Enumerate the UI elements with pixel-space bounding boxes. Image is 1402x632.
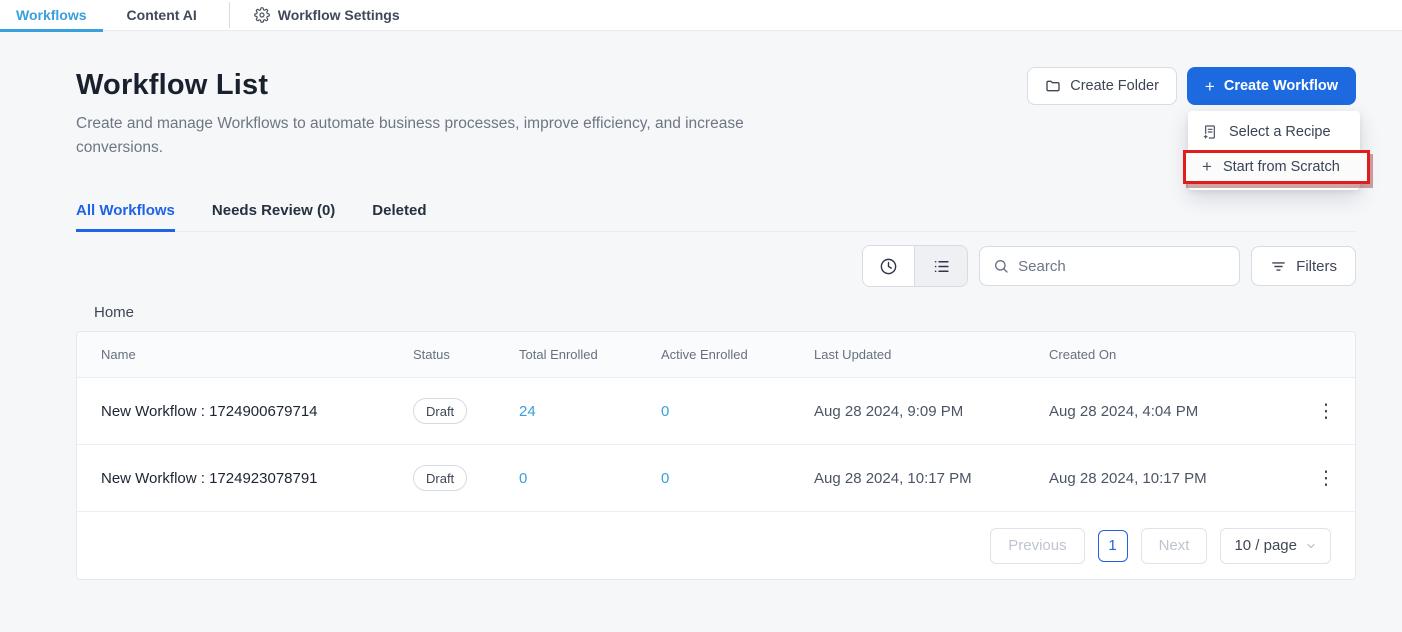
filter-icon [1270,258,1287,275]
page-size-label: 10 / page [1234,537,1297,554]
column-header-status: Status [413,347,519,362]
page-number-button[interactable]: 1 [1098,530,1128,562]
previous-page-button[interactable]: Previous [990,528,1084,564]
total-enrolled-link[interactable]: 0 [519,470,527,487]
create-workflow-label: Create Workflow [1224,78,1338,94]
annotation-highlight-box: + Start from Scratch [1183,150,1370,184]
table-row: New Workflow : 1724900679714 Draft 24 0 … [77,378,1355,445]
select-a-recipe-label: Select a Recipe [1229,124,1331,140]
column-header-name: Name [101,347,413,362]
view-toggle-group [862,245,968,287]
topnav-workflow-settings-label: Workflow Settings [278,7,400,23]
header-actions: Create Folder + Create Workflow Select a… [1027,67,1356,105]
table-header-row: Name Status Total Enrolled Active Enroll… [77,332,1355,378]
history-view-button[interactable] [863,246,915,286]
clock-icon [879,257,898,276]
workflow-table-card: Name Status Total Enrolled Active Enroll… [76,331,1356,580]
gear-icon [254,7,270,23]
column-header-total-enrolled: Total Enrolled [519,347,661,362]
list-icon [932,257,951,276]
last-updated-value: Aug 28 2024, 9:09 PM [814,403,1049,420]
pagination-bar: Previous 1 Next 10 / page [77,512,1355,579]
column-header-active-enrolled: Active Enrolled [661,347,814,362]
row-kebab-menu-icon[interactable]: ⋮ [1309,465,1344,492]
start-from-scratch-label: Start from Scratch [1223,159,1340,175]
page-header-text: Workflow List Create and manage Workflow… [76,69,821,160]
workflow-name-link[interactable]: New Workflow : 1724923078791 [101,470,413,487]
status-badge: Draft [413,465,467,491]
create-workflow-button[interactable]: + Create Workflow [1187,67,1356,105]
create-folder-button[interactable]: Create Folder [1027,67,1177,105]
search-input[interactable] [1018,258,1226,275]
workflow-name-link[interactable]: New Workflow : 1724900679714 [101,403,413,420]
plus-icon: + [1202,158,1212,175]
chevron-down-icon [1305,540,1317,552]
created-on-value: Aug 28 2024, 10:17 PM [1049,470,1297,487]
page-header: Workflow List Create and manage Workflow… [76,69,1356,160]
tab-needs-review[interactable]: Needs Review (0) [212,202,335,231]
list-toolbar: Filters [76,245,1356,287]
create-folder-label: Create Folder [1070,78,1159,94]
topnav-divider [229,2,230,28]
search-box [979,246,1240,286]
table-row: New Workflow : 1724923078791 Draft 0 0 A… [77,445,1355,512]
topnav-content-ai-label: Content AI [127,7,197,23]
filters-label: Filters [1296,258,1337,275]
search-icon [993,258,1009,274]
column-header-created-on: Created On [1049,347,1297,362]
status-badge: Draft [413,398,467,424]
page-title: Workflow List [76,69,821,102]
last-updated-value: Aug 28 2024, 10:17 PM [814,470,1049,487]
recipe-icon [1202,124,1218,140]
row-kebab-menu-icon[interactable]: ⋮ [1309,398,1344,425]
workflow-tabs: All Workflows Needs Review (0) Deleted [76,202,1356,232]
created-on-value: Aug 28 2024, 4:04 PM [1049,403,1297,420]
page-size-select[interactable]: 10 / page [1220,528,1331,564]
topnav-workflows-label: Workflows [16,7,87,23]
page-subtitle: Create and manage Workflows to automate … [76,112,821,160]
menu-item-start-from-scratch[interactable]: + Start from Scratch [1186,153,1367,181]
next-page-button[interactable]: Next [1141,528,1208,564]
topnav-item-workflows[interactable]: Workflows [8,0,95,31]
tab-all-workflows[interactable]: All Workflows [76,202,175,231]
topnav-item-workflow-settings[interactable]: Workflow Settings [246,0,408,31]
column-header-last-updated: Last Updated [814,347,1049,362]
breadcrumb[interactable]: Home [94,304,1356,321]
plus-icon: + [1205,78,1215,95]
filters-button[interactable]: Filters [1251,246,1356,286]
tab-deleted[interactable]: Deleted [372,202,426,231]
menu-item-select-a-recipe[interactable]: Select a Recipe [1188,116,1360,148]
topnav-item-content-ai[interactable]: Content AI [119,0,205,31]
folder-icon [1045,78,1061,94]
list-view-button[interactable] [915,246,967,286]
active-enrolled-link[interactable]: 0 [661,470,669,487]
top-navigation-bar: Workflows Content AI Workflow Settings [0,0,1402,31]
create-workflow-menu: Select a Recipe + Start from Scratch [1188,111,1360,190]
total-enrolled-link[interactable]: 24 [519,403,536,420]
active-enrolled-link[interactable]: 0 [661,403,669,420]
